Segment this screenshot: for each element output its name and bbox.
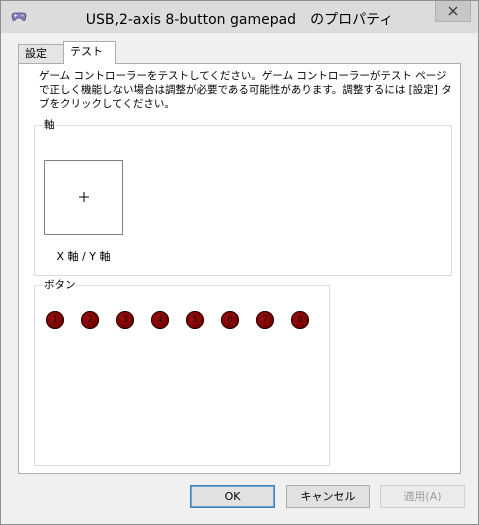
cancel-button[interactable]: キャンセル <box>286 485 370 508</box>
close-icon <box>448 6 458 16</box>
close-button[interactable] <box>435 1 471 22</box>
xy-axis-display <box>44 160 123 235</box>
title-bar[interactable]: USB,2-axis 8-button gamepad のプロパティ <box>1 1 478 33</box>
buttons-groupbox: ボタン 1 2 3 4 5 6 7 8 <box>34 279 330 466</box>
button-indicator-8: 8 <box>291 311 309 329</box>
apply-button[interactable]: 適用(A) <box>380 485 465 508</box>
button-indicator-1: 1 <box>46 311 64 329</box>
button-indicator-7: 7 <box>256 311 274 329</box>
button-indicator-3: 3 <box>116 311 134 329</box>
button-indicator-6: 6 <box>221 311 239 329</box>
button-indicator-4: 4 <box>151 311 169 329</box>
xy-axis-label: X 軸 / Y 軸 <box>56 250 111 263</box>
ok-button[interactable]: OK <box>190 485 275 508</box>
crosshair-icon <box>79 192 89 202</box>
window-title: USB,2-axis 8-button gamepad のプロパティ <box>85 12 394 28</box>
tab-test[interactable]: テスト <box>63 41 116 64</box>
test-tab-panel: ゲーム コントローラーをテストしてください。ゲーム コントローラーがテスト ペー… <box>18 63 461 474</box>
button-indicator-5: 5 <box>186 311 204 329</box>
axes-group-label: 軸 <box>43 119 56 131</box>
axes-groupbox: 軸 X 軸 / Y 軸 <box>34 119 452 276</box>
instructions-text: ゲーム コントローラーをテストしてください。ゲーム コントローラーがテスト ペー… <box>39 70 452 110</box>
buttons-group-label: ボタン <box>43 279 77 291</box>
tab-settings[interactable]: 設定 <box>18 44 64 63</box>
button-indicator-2: 2 <box>81 311 99 329</box>
properties-window: USB,2-axis 8-button gamepad のプロパティ 設定 テス… <box>0 0 479 525</box>
